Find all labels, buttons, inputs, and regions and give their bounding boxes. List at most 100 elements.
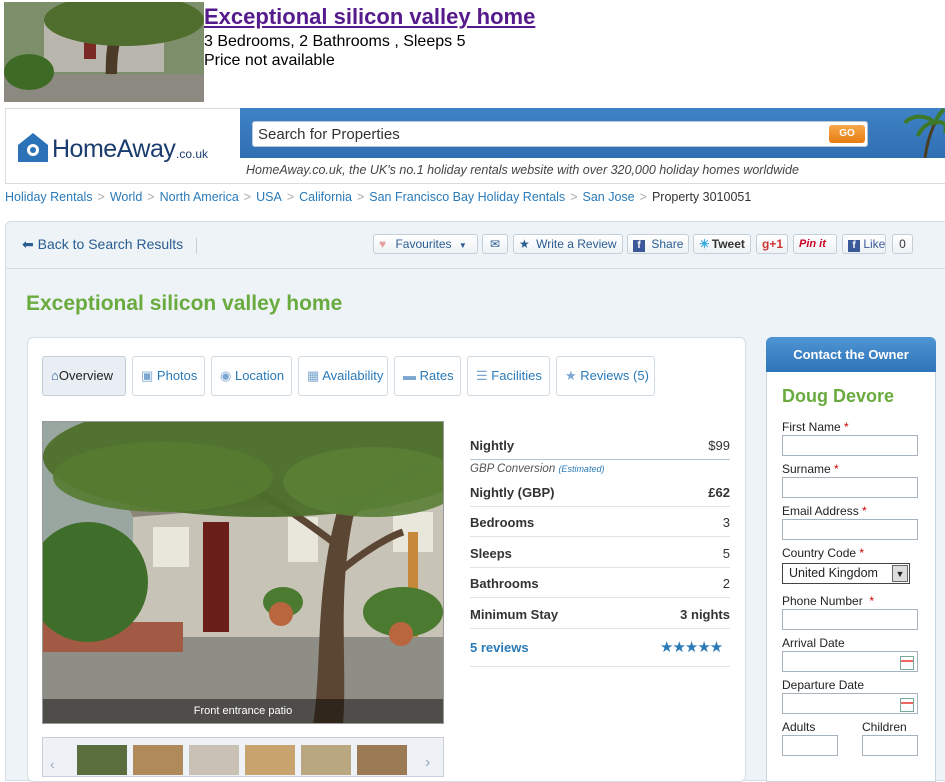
- rate-label: Nightly (GBP): [470, 485, 555, 500]
- home-icon: ⌂: [51, 368, 59, 383]
- go-button[interactable]: GO: [829, 125, 865, 143]
- breadcrumb-california[interactable]: California: [299, 190, 352, 204]
- surname-label: Surname *: [782, 462, 839, 476]
- gbp-conversion-note: GBP Conversion (Estimated): [470, 463, 604, 475]
- departure-date-label: Departure Date: [782, 678, 865, 692]
- breadcrumb-separator-icon: >: [97, 190, 105, 204]
- map-pin-icon: ◉: [220, 368, 232, 383]
- rate-label: Nightly: [470, 438, 515, 453]
- listing-summary: 3 Bedrooms, 2 Bathrooms , Sleeps 5: [204, 33, 466, 50]
- tab-label: Overview: [58, 368, 114, 383]
- breadcrumb-san-jose[interactable]: San Jose: [583, 190, 635, 204]
- share-button[interactable]: f Share: [627, 234, 689, 254]
- tab-facilities[interactable]: ☰ Facilities: [467, 356, 550, 396]
- thumbnail[interactable]: [133, 745, 183, 775]
- breadcrumb-separator-icon: >: [147, 190, 155, 204]
- surname-field[interactable]: [782, 477, 918, 498]
- children-field[interactable]: [862, 735, 918, 756]
- write-review-label: Write a Review: [536, 237, 617, 251]
- search-input[interactable]: [258, 124, 818, 144]
- tab-rates[interactable]: ▬ Rates: [394, 356, 461, 396]
- pinit-button[interactable]: Pin it: [793, 234, 837, 254]
- rate-value: 5: [722, 546, 730, 561]
- photo-icon: ▣: [141, 368, 154, 383]
- label-text: First Name: [782, 420, 841, 434]
- adults-field[interactable]: [782, 735, 838, 756]
- back-to-search-link[interactable]: ⬅ Back to Search Results: [22, 236, 183, 253]
- envelope-icon: ✉: [489, 237, 501, 251]
- write-review-button[interactable]: ★ Write a Review: [513, 234, 623, 254]
- photo-caption: Front entrance patio: [193, 705, 293, 717]
- breadcrumb-usa[interactable]: USA: [256, 190, 282, 204]
- phone-label: Phone Number *: [782, 594, 874, 608]
- tagline: HomeAway.co.uk, the UK's no.1 holiday re…: [246, 163, 799, 177]
- thumbnail[interactable]: [77, 745, 127, 775]
- breadcrumb-sf-bay[interactable]: San Francisco Bay Holiday Rentals: [369, 190, 565, 204]
- back-link-label: Back to Search Results: [37, 236, 184, 252]
- tab-label: Facilities: [491, 368, 542, 383]
- chevron-down-icon[interactable]: ▼: [892, 565, 908, 582]
- tweet-button[interactable]: ☀ Tweet: [693, 234, 751, 254]
- breadcrumb-separator-icon: >: [356, 190, 365, 204]
- tab-overview[interactable]: ⌂Overview: [42, 356, 126, 396]
- favourites-button[interactable]: ♥ Favourites ▼: [373, 234, 478, 254]
- breadcrumb-north-america[interactable]: North America: [160, 190, 239, 204]
- rating-stars-icon: ★★★★★: [660, 639, 723, 656]
- rate-row-bedrooms: Bedrooms 3: [470, 507, 730, 537]
- tab-location[interactable]: ◉ Location: [211, 356, 292, 396]
- reviews-link[interactable]: 5 reviews: [470, 640, 529, 655]
- like-count: 0: [892, 234, 913, 254]
- thumbnail[interactable]: [189, 745, 239, 775]
- rate-row-sleeps: Sleeps 5: [470, 538, 730, 568]
- tab-label: Location: [234, 368, 285, 383]
- arrival-date-label: Arrival Date: [782, 636, 845, 650]
- label-text: Country Code: [782, 546, 857, 560]
- required-mark: *: [862, 504, 867, 518]
- thumbnail[interactable]: [245, 745, 295, 775]
- breadcrumb-holiday-rentals[interactable]: Holiday Rentals: [5, 190, 93, 204]
- property-title: Exceptional silicon valley home: [26, 292, 343, 315]
- main-photo[interactable]: [42, 421, 444, 724]
- facebook-icon: f: [633, 240, 645, 252]
- children-label: Children: [862, 720, 907, 734]
- tab-label: Rates: [419, 368, 454, 383]
- email-label: Email Address *: [782, 504, 867, 518]
- tab-reviews[interactable]: ★ Reviews (5): [556, 356, 655, 396]
- first-name-field[interactable]: [782, 435, 918, 456]
- thumbnail-next-icon[interactable]: ›: [425, 754, 430, 772]
- facebook-like-button[interactable]: f Like: [842, 234, 886, 254]
- gplus-label: +1: [769, 237, 784, 251]
- facebook-icon: f: [848, 240, 860, 252]
- breadcrumb-current: Property 3010051: [651, 190, 752, 204]
- back-arrow-icon: ⬅: [22, 236, 34, 252]
- toolbar-separator: [196, 238, 197, 254]
- country-code-select[interactable]: United Kingdom: [782, 563, 910, 584]
- palm-tree-icon: [903, 108, 945, 158]
- email-field[interactable]: [782, 519, 918, 540]
- google-plus-button[interactable]: g+1: [756, 234, 788, 254]
- tab-photos[interactable]: ▣ Photos: [132, 356, 205, 396]
- toolbar-divider: [5, 268, 945, 269]
- thumbnail[interactable]: [357, 745, 407, 775]
- rate-row-nightly-gbp: Nightly (GBP) £62: [470, 477, 730, 507]
- breadcrumb-world[interactable]: World: [110, 190, 142, 204]
- gbp-note-label: GBP Conversion: [470, 463, 556, 475]
- tab-label: Availability: [322, 368, 384, 383]
- listing-title-link[interactable]: Exceptional silicon valley home: [204, 4, 535, 30]
- rate-row-nightly: Nightly $99: [470, 430, 730, 460]
- card-icon: ▬: [403, 368, 416, 383]
- logo-suffix: .co.uk: [176, 147, 209, 161]
- thumbnail-prev-icon[interactable]: ‹: [50, 756, 55, 772]
- share-label: Share: [651, 237, 684, 251]
- rate-value: $99: [708, 438, 730, 453]
- listing-thumbnail[interactable]: [4, 2, 204, 102]
- email-button[interactable]: ✉: [482, 234, 508, 254]
- label-text: Phone Number: [782, 594, 863, 608]
- thumbnail[interactable]: [301, 745, 351, 775]
- tab-availability[interactable]: ▦ Availability: [298, 356, 388, 396]
- breadcrumb-separator-icon: >: [286, 190, 295, 204]
- departure-date-field[interactable]: [782, 693, 918, 714]
- star-icon: ★: [519, 237, 530, 251]
- arrival-date-field[interactable]: [782, 651, 918, 672]
- phone-field[interactable]: [782, 609, 918, 630]
